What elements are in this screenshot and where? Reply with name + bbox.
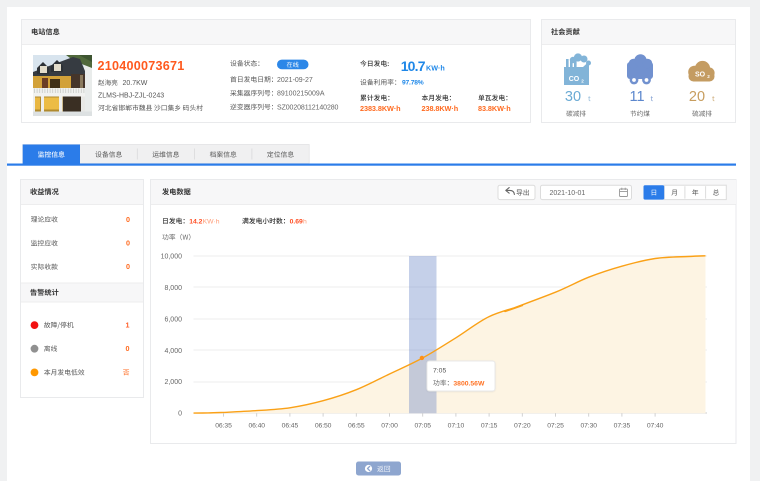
svg-text:0: 0 — [126, 262, 130, 271]
svg-text:210400073671: 210400073671 — [98, 59, 185, 73]
svg-text:07:10: 07:10 — [448, 423, 465, 430]
svg-text:238.8KW·h: 238.8KW·h — [422, 104, 459, 113]
svg-text:KW·h: KW·h — [426, 64, 445, 73]
svg-text:06:55: 06:55 — [348, 423, 365, 430]
svg-text:07:15: 07:15 — [481, 423, 498, 430]
svg-text:2021-09-27: 2021-09-27 — [277, 77, 313, 84]
svg-text:3800.56W: 3800.56W — [453, 380, 485, 387]
svg-text:SO: SO — [695, 72, 706, 79]
svg-text:SZ00208112140280: SZ00208112140280 — [277, 104, 339, 111]
svg-text:20.7KW: 20.7KW — [123, 80, 148, 87]
svg-text:2021-10-01: 2021-10-01 — [550, 190, 586, 197]
svg-text:CO: CO — [569, 76, 580, 83]
svg-text:20: 20 — [689, 89, 705, 105]
svg-text:14.2: 14.2 — [189, 218, 202, 225]
svg-text:0.69: 0.69 — [290, 218, 303, 225]
svg-text:07:35: 07:35 — [614, 423, 631, 430]
svg-text:KW·h: KW·h — [203, 218, 220, 225]
svg-text:97.78%: 97.78% — [402, 80, 424, 87]
svg-text:8,000: 8,000 — [164, 285, 182, 292]
svg-text:07:05: 07:05 — [414, 423, 431, 430]
svg-text:6,000: 6,000 — [164, 316, 182, 323]
svg-text:10,000: 10,000 — [161, 253, 183, 260]
svg-text:07:30: 07:30 — [580, 423, 597, 430]
svg-text:07:00: 07:00 — [381, 423, 398, 430]
svg-text:2: 2 — [707, 74, 710, 79]
svg-text:0: 0 — [126, 215, 130, 224]
svg-text:89100215009A: 89100215009A — [277, 91, 325, 98]
svg-text:0: 0 — [126, 239, 130, 248]
svg-text:ZLMS-HBJ-ZJL-0243: ZLMS-HBJ-ZJL-0243 — [98, 93, 164, 100]
svg-text:4,000: 4,000 — [164, 348, 182, 355]
svg-text:0: 0 — [126, 344, 130, 353]
svg-text:2383.8KW·h: 2383.8KW·h — [360, 104, 401, 113]
svg-text:06:50: 06:50 — [315, 423, 332, 430]
svg-text:2: 2 — [581, 78, 584, 83]
svg-text:7:05: 7:05 — [433, 368, 446, 375]
svg-text:07:25: 07:25 — [547, 423, 564, 430]
svg-text:83.8KW·h: 83.8KW·h — [478, 104, 511, 113]
svg-text:2,000: 2,000 — [164, 379, 182, 386]
svg-text:06:40: 06:40 — [248, 423, 265, 430]
svg-text:30: 30 — [565, 89, 581, 105]
svg-text:06:35: 06:35 — [215, 423, 232, 430]
svg-text:06:45: 06:45 — [282, 423, 299, 430]
svg-text:07:40: 07:40 — [647, 423, 664, 430]
svg-text:h: h — [303, 218, 307, 225]
svg-text:07:20: 07:20 — [514, 423, 531, 430]
svg-text:1: 1 — [126, 321, 130, 330]
svg-text:0: 0 — [178, 411, 182, 418]
svg-text:11: 11 — [629, 89, 644, 105]
svg-text:10.7: 10.7 — [401, 58, 426, 74]
